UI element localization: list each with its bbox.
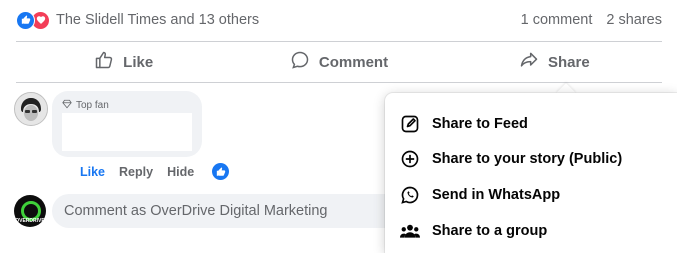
like-button-label: Like	[123, 53, 154, 71]
comment-input-placeholder: Comment as OverDrive Digital Marketing	[64, 203, 328, 219]
top-fan-badge: Top fan	[62, 99, 109, 112]
commenter-avatar[interactable]	[14, 92, 48, 126]
divider	[16, 41, 662, 42]
menu-item-send-whatsapp[interactable]: Send in WhatsApp	[385, 178, 677, 212]
comment-reply-link[interactable]: Reply	[119, 165, 153, 179]
comments-count-link[interactable]: 1 comment	[521, 12, 593, 28]
plus-circle-icon	[398, 147, 422, 171]
like-button[interactable]: Like	[16, 43, 231, 81]
group-icon	[398, 219, 422, 243]
menu-item-label: Send in WhatsApp	[432, 187, 561, 203]
menu-item-share-to-story[interactable]: Share to your story (Public)	[385, 142, 677, 176]
thumbs-up-icon	[94, 50, 114, 74]
comment-button-label: Comment	[318, 53, 389, 71]
menu-item-label: Share to a group	[432, 223, 548, 239]
comment-actions: Like Reply Hide	[80, 163, 230, 180]
comment-like-reaction-icon[interactable]	[212, 163, 230, 180]
comment-button[interactable]: Comment	[231, 43, 446, 81]
like-reaction-icon	[16, 10, 35, 30]
reactions-text[interactable]: The Slidell Times and 13 others	[56, 12, 259, 28]
comment-like-link[interactable]: Like	[80, 165, 105, 179]
comment-text-redacted	[62, 113, 192, 151]
avatar-brand-text: OVERDRIVE	[15, 218, 45, 224]
diamond-icon	[62, 99, 72, 112]
post-summary-bar: The Slidell Times and 13 others 1 commen…	[16, 8, 662, 32]
menu-item-label: Share to Feed	[432, 116, 528, 132]
share-menu: Share to Feed Share to your story (Publi…	[385, 93, 677, 253]
share-button[interactable]: Share	[447, 43, 662, 81]
top-fan-label: Top fan	[76, 100, 109, 111]
menu-item-share-to-feed[interactable]: Share to Feed	[385, 107, 677, 141]
whatsapp-icon	[398, 183, 422, 207]
menu-item-label: Share to your story (Public)	[432, 151, 623, 167]
share-arrow-icon	[519, 50, 539, 74]
speech-bubble-icon	[290, 50, 310, 74]
reaction-icons[interactable]	[16, 10, 50, 30]
comment-hide-link[interactable]: Hide	[167, 165, 194, 179]
menu-item-share-to-group[interactable]: Share to a group	[385, 214, 677, 248]
comment-bubble: Top fan	[52, 91, 202, 157]
edit-icon	[398, 112, 422, 136]
shares-count-link[interactable]: 2 shares	[606, 12, 662, 28]
post-actions-bar: Like Comment Share	[16, 43, 662, 81]
reactions-summary[interactable]: The Slidell Times and 13 others	[16, 10, 259, 30]
share-button-label: Share	[547, 53, 590, 71]
page-avatar[interactable]: OVERDRIVE	[14, 195, 46, 227]
